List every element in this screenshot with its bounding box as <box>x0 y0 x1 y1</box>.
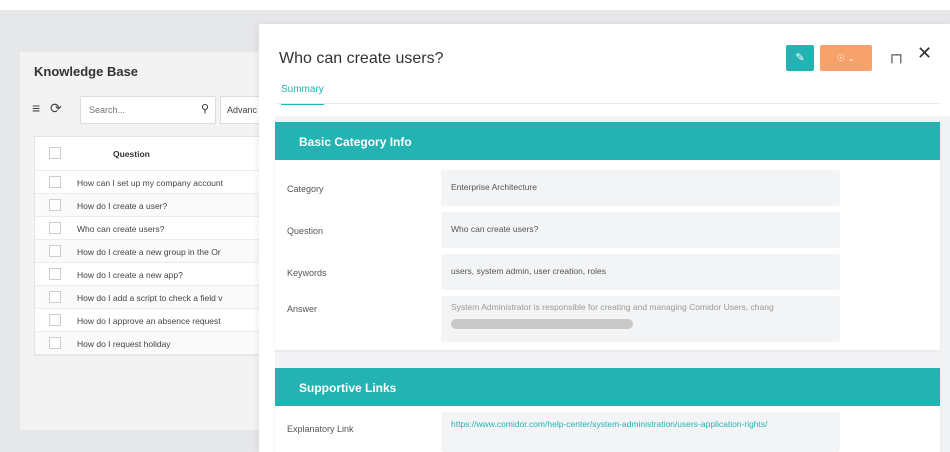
section-header: Basic Category Info <box>275 122 940 160</box>
question-cell[interactable]: How do I add a script to check a field v <box>77 293 223 303</box>
table-row[interactable]: How do I create a new group in the Or <box>35 240 271 263</box>
search-input[interactable] <box>89 105 189 115</box>
hamburger-icon[interactable]: ≡ <box>32 100 40 116</box>
explanatory-link[interactable]: https://www.comidor.com/help-center/syst… <box>441 412 840 452</box>
horizontal-scrollbar[interactable] <box>451 319 633 329</box>
detail-drawer: Who can create users? ✎ ☉ ⌄ ┌┐ ✕ Summary… <box>259 24 950 452</box>
refresh-icon[interactable]: ⟳ <box>50 100 62 117</box>
field-label: Explanatory Link <box>287 424 354 434</box>
table-row[interactable]: How can I set up my company account <box>35 171 271 194</box>
answer-value-box: System Administrator is responsible for … <box>441 296 840 342</box>
actions-dropdown-button[interactable]: ☉ ⌄ <box>820 45 872 71</box>
field-value: System Administrator is responsible for … <box>451 302 774 312</box>
field-label: Category <box>287 184 324 194</box>
field-label: Question <box>287 226 324 236</box>
field-label: Answer <box>287 304 318 314</box>
question-cell[interactable]: How do I approve an absence request <box>77 316 221 326</box>
row-checkbox[interactable] <box>49 222 61 234</box>
actions-icon: ☉ <box>836 53 845 63</box>
drawer-content: Basic Category Info Category Enterprise … <box>275 116 950 452</box>
section-header: Supportive Links <box>275 368 940 406</box>
pencil-icon: ✎ <box>795 52 805 64</box>
field-value: Enterprise Architecture <box>441 170 840 206</box>
row-checkbox[interactable] <box>49 199 61 211</box>
search-field[interactable]: ⚲ <box>80 96 216 124</box>
table-row[interactable]: How do I request holiday <box>35 332 271 355</box>
top-strip <box>0 0 950 10</box>
row-checkbox[interactable] <box>49 291 61 303</box>
knowledge-base-panel: Knowledge Base ≡ ⟳ ⚲ Advanc Question How… <box>20 52 280 430</box>
table-row[interactable]: How do I create a user? <box>35 194 271 217</box>
panel-title: Knowledge Base <box>34 64 139 79</box>
table-row[interactable]: Who can create users? <box>35 217 271 240</box>
search-icon[interactable]: ⚲ <box>201 102 209 115</box>
table-row[interactable]: How do I approve an absence request <box>35 309 271 332</box>
questions-table: Question How can I set up my company acc… <box>34 136 272 356</box>
question-cell[interactable]: Who can create users? <box>77 224 164 234</box>
column-header-question: Question <box>113 149 150 159</box>
drawer-title: Who can create users? <box>279 50 444 67</box>
row-checkbox[interactable] <box>49 176 61 188</box>
question-cell[interactable]: How do I create a new group in the Or <box>77 247 221 257</box>
table-header-row: Question <box>35 137 271 171</box>
expand-icon[interactable]: ┌┐ <box>887 46 906 62</box>
select-all-checkbox[interactable] <box>49 147 61 159</box>
row-checkbox[interactable] <box>49 337 61 349</box>
list-toolbar: ≡ ⟳ ⚲ Advanc <box>32 96 280 124</box>
field-value: Who can create users? <box>441 212 840 248</box>
table-row[interactable]: How do I create a new app? <box>35 263 271 286</box>
close-icon[interactable]: ✕ <box>917 43 932 64</box>
edit-button[interactable]: ✎ <box>786 45 814 71</box>
basic-category-info-card: Basic Category Info Category Enterprise … <box>275 122 940 350</box>
field-value: users, system admin, user creation, role… <box>441 254 840 290</box>
field-label: Keywords <box>287 268 327 278</box>
row-checkbox[interactable] <box>49 314 61 326</box>
question-cell[interactable]: How do I create a user? <box>77 201 167 211</box>
row-checkbox[interactable] <box>49 268 61 280</box>
tab-summary[interactable]: Summary <box>281 84 324 105</box>
tabs-divider <box>277 103 939 104</box>
question-cell[interactable]: How can I set up my company account <box>77 178 223 188</box>
question-cell[interactable]: How do I request holiday <box>77 339 171 349</box>
row-checkbox[interactable] <box>49 245 61 257</box>
question-cell[interactable]: How do I create a new app? <box>77 270 183 280</box>
chevron-down-icon: ⌄ <box>847 53 856 63</box>
table-row[interactable]: How do I add a script to check a field v <box>35 286 271 309</box>
supportive-links-card: Supportive Links Explanatory Link https:… <box>275 368 940 452</box>
